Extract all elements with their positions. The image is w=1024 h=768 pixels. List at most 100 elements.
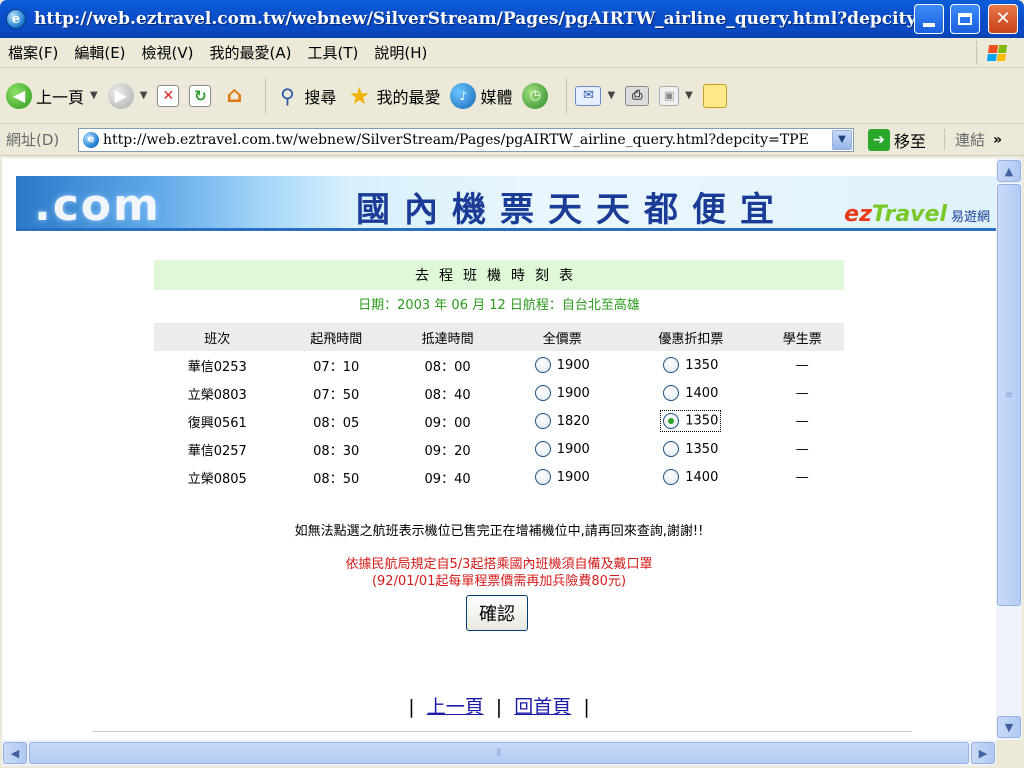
arrival-time-cell: 09：40 <box>424 471 471 487</box>
full-fare-option[interactable]: 1820 <box>534 413 590 429</box>
scrollbar-corner <box>996 740 1024 768</box>
arrival-time-cell: 08：40 <box>424 387 471 403</box>
fare-price: 1820 <box>556 413 590 429</box>
vertical-scroll-thumb[interactable]: ≡ <box>997 184 1021 606</box>
note-icon <box>702 83 727 108</box>
menu-file[interactable]: 檔案(F) <box>0 42 66 63</box>
banner-slogan: 國內機票天天都便宜 <box>356 190 788 230</box>
menu-bar: 檔案(F) 編輯(E) 檢視(V) 我的最愛(A) 工具(T) 說明(H) <box>0 38 1024 68</box>
forward-dropdown-icon[interactable]: ▼ <box>140 90 148 101</box>
full-fare-option[interactable]: 1900 <box>534 385 590 401</box>
maximize-button[interactable] <box>950 4 980 34</box>
radio-icon[interactable] <box>663 441 680 457</box>
full-fare-option[interactable]: 1900 <box>534 357 590 373</box>
fare-price: 1900 <box>556 469 590 485</box>
flight-number-cell: 立榮0803 <box>187 387 247 403</box>
scroll-right-button[interactable]: ▶ <box>971 742 995 764</box>
discount-fare-option[interactable]: 1400 <box>663 469 718 485</box>
history-button[interactable]: ◷ <box>522 82 549 109</box>
toolbar-separator <box>265 77 267 114</box>
horizontal-scroll-thumb[interactable]: ⦀ <box>29 742 969 764</box>
sold-out-notice: 如無法點選之航班表示機位已售完正在增補機位中,請再回來查詢,謝謝!! <box>294 524 704 539</box>
media-icon: ♪ <box>450 82 477 109</box>
discount-fare-option[interactable]: 1400 <box>663 385 719 401</box>
refresh-icon: ↻ <box>189 84 212 107</box>
home-page-link[interactable]: 回首頁 <box>514 696 571 718</box>
menu-view[interactable]: 檢視(V) <box>134 42 202 63</box>
favorites-button[interactable]: ★ 我的最愛 <box>346 82 441 110</box>
column-header: 抵達時間 <box>391 323 504 351</box>
minimize-icon <box>923 23 935 27</box>
radio-icon[interactable] <box>663 385 680 401</box>
ie-icon: e <box>6 9 26 29</box>
horizontal-scrollbar[interactable]: ◀ ⦀ ▶ <box>2 740 996 766</box>
fare-price: 1350 <box>685 441 719 457</box>
discuss-button[interactable] <box>702 83 727 108</box>
radio-icon[interactable] <box>534 413 551 429</box>
discount-fare-option[interactable]: 1350 <box>660 410 722 432</box>
fare-price: 1400 <box>685 385 719 401</box>
table-row: 華信0257 08：30 09：20 1900 1350 — <box>154 435 844 463</box>
student-fare-cell: — <box>795 385 809 401</box>
home-button[interactable]: ⌂ <box>221 83 247 109</box>
menu-tools[interactable]: 工具(T) <box>299 42 366 63</box>
confirm-button[interactable]: 確認 <box>466 595 528 631</box>
previous-page-link[interactable]: 上一頁 <box>427 696 484 718</box>
media-button[interactable]: ♪ 媒體 <box>450 82 512 109</box>
full-fare-cell: 1820 <box>503 407 621 435</box>
go-button[interactable]: ➔ 移至 <box>868 128 926 152</box>
discount-fare-option[interactable]: 1350 <box>663 357 718 373</box>
regulation-line: 依據民航局規定自5/3起搭乘國內班機須自備及戴口罩 <box>345 557 653 572</box>
go-arrow-icon: ➔ <box>868 128 890 151</box>
full-fare-option[interactable]: 1900 <box>534 441 590 457</box>
menu-favorites[interactable]: 我的最愛(A) <box>202 42 300 63</box>
student-fare-cell: — <box>795 413 809 429</box>
edit-button[interactable]: ▣ ▼ <box>659 85 693 106</box>
radio-icon[interactable] <box>534 385 551 401</box>
scroll-up-button[interactable]: ▲ <box>997 160 1021 182</box>
forward-button[interactable]: ▶ ▼ <box>107 82 148 109</box>
scroll-left-button[interactable]: ◀ <box>3 742 27 764</box>
radio-icon[interactable] <box>663 357 680 373</box>
back-button[interactable]: ◀ 上一頁 ▼ <box>6 82 98 109</box>
radio-icon[interactable] <box>534 357 551 373</box>
links-more-icon[interactable]: » <box>993 132 1002 148</box>
discount-fare-option[interactable]: 1350 <box>663 441 719 457</box>
close-button[interactable]: ✕ <box>988 4 1018 34</box>
eztravel-logo[interactable]: ez Travel 易遊網 <box>844 202 990 227</box>
refresh-button[interactable]: ↻ <box>189 84 212 107</box>
schedule-heading: 去程班機時刻表 <box>154 260 844 290</box>
departure-time-cell: 08：30 <box>313 443 360 459</box>
search-button[interactable]: ⚲ 搜尋 <box>274 83 336 109</box>
mail-dropdown-icon[interactable]: ▼ <box>607 90 615 101</box>
print-button[interactable]: ⎙ <box>625 85 650 106</box>
footer-divider <box>92 731 912 732</box>
address-dropdown-icon[interactable]: ▼ <box>832 129 852 150</box>
mail-button[interactable]: ✉ ▼ <box>575 85 615 106</box>
site-banner: .com 國內機票天天都便宜 ez Travel 易遊網 <box>16 176 996 231</box>
address-url[interactable]: http://web.eztravel.com.tw/webnew/Silver… <box>103 132 833 148</box>
radio-checked-icon[interactable] <box>663 413 680 429</box>
go-label: 移至 <box>894 131 927 151</box>
full-fare-option[interactable]: 1900 <box>534 469 590 485</box>
links-button[interactable]: 連結 <box>944 129 985 150</box>
radio-icon[interactable] <box>534 441 551 457</box>
address-input[interactable]: e http://web.eztravel.com.tw/webnew/Silv… <box>78 127 854 152</box>
stop-button[interactable]: ✕ <box>157 84 180 107</box>
radio-icon[interactable] <box>663 469 680 485</box>
edit-dropdown-icon[interactable]: ▼ <box>685 90 693 101</box>
scroll-down-button[interactable]: ▼ <box>997 716 1021 738</box>
student-fare-cell: — <box>795 441 809 457</box>
brand-cn: 易遊網 <box>950 210 990 225</box>
menu-help[interactable]: 說明(H) <box>366 42 435 63</box>
window-title-bar[interactable]: e http://web.eztravel.com.tw/webnew/Silv… <box>0 0 1024 38</box>
menu-edit[interactable]: 編輯(E) <box>66 42 133 63</box>
minimize-button[interactable] <box>914 4 944 34</box>
radio-icon[interactable] <box>534 469 551 485</box>
back-arrow-icon: ◀ <box>6 82 32 109</box>
table-row: 立榮0805 08：50 09：40 1900 1400 — <box>154 463 844 491</box>
nav-divider: | <box>583 696 590 718</box>
column-header: 學生票 <box>760 323 844 351</box>
back-dropdown-icon[interactable]: ▼ <box>90 90 98 101</box>
vertical-scrollbar[interactable]: ▲ ≡ ▼ <box>996 158 1022 740</box>
